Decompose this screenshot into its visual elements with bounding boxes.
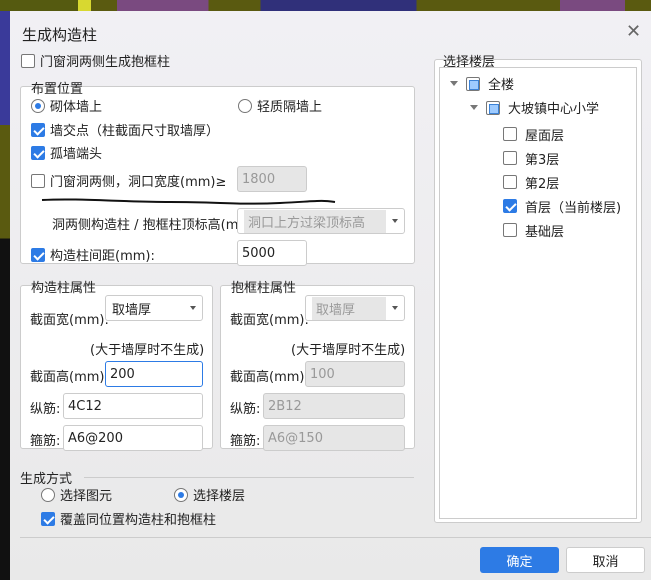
top-elevation-select[interactable]: 洞口上方过梁顶标高	[237, 208, 405, 234]
tree-node-building-label: 大坡镇中心小学	[508, 102, 600, 117]
opening-frame-label: 门窗洞两侧生成抱框柱	[40, 55, 171, 70]
radio-masonry[interactable]: 砌体墙上	[31, 96, 102, 115]
frame-long-label: 纵筋:	[230, 402, 261, 417]
frame-stirrup-label: 箍筋:	[230, 434, 261, 449]
column-height-label: 截面高(mm):	[30, 370, 109, 385]
floor-label: 屋面层	[525, 128, 565, 144]
column-height-input[interactable]: 200	[105, 361, 203, 387]
column-long-input[interactable]: 4C12	[63, 393, 203, 419]
overwrite-label: 覆盖同位置构造柱和抱框柱	[60, 513, 217, 528]
divider	[84, 477, 414, 478]
tree-node-all[interactable]: 全楼	[450, 74, 514, 93]
frame-long-input[interactable]: 2B12	[263, 393, 405, 419]
checkbox[interactable]	[21, 53, 35, 68]
radio-select-elements-label: 选择图元	[60, 489, 113, 504]
generate-column-dialog: 生成构造柱 ✕ 门窗洞两侧生成抱框柱 布置位置 砌体墙上 轻质隔墙上 墙交点（柱…	[10, 11, 651, 580]
radio-select-elements[interactable]: 选择图元	[41, 485, 112, 504]
floor-label: 第2层	[525, 176, 560, 192]
checkbox[interactable]	[486, 100, 500, 115]
spacing-label: 构造柱间距(mm):	[50, 249, 155, 264]
checkbox[interactable]	[503, 199, 517, 213]
cancel-button[interactable]: 取消	[566, 547, 645, 573]
frame-height-input[interactable]: 100	[305, 361, 405, 387]
floor-label: 基础层	[525, 224, 565, 240]
isolated-wall-end-label: 孤墙端头	[50, 147, 103, 162]
radio-light-wall-label: 轻质隔墙上	[257, 100, 323, 115]
divider	[20, 537, 651, 538]
background-canvas-left	[0, 11, 10, 580]
tree-node-all-label: 全楼	[488, 78, 515, 93]
frame-props-label: 抱框柱属性	[231, 281, 297, 296]
top-elevation-value: 洞口上方过梁顶标高	[244, 209, 386, 233]
checkbox[interactable]	[503, 175, 517, 189]
checkbox[interactable]	[503, 151, 517, 165]
tree-node-building[interactable]: 大坡镇中心小学	[470, 98, 599, 117]
column-long-label: 纵筋:	[30, 402, 61, 417]
top-elevation-label: 洞两侧构造柱 / 抱框柱顶标高(m):	[52, 218, 248, 233]
spacing-input[interactable]: 5000	[237, 240, 307, 266]
chevron-down-icon	[392, 219, 398, 223]
column-width-select[interactable]: 取墙厚	[105, 295, 203, 321]
background-canvas-top	[0, 0, 651, 11]
frame-width-select[interactable]: 取墙厚	[305, 295, 405, 321]
hand-drawn-underline	[41, 198, 336, 205]
tree-node-floor[interactable]: 第3层	[503, 146, 621, 170]
floor-list: 屋面层第3层第2层首层（当前楼层) 基础层	[503, 122, 621, 242]
dialog-title: 生成构造柱	[22, 26, 98, 44]
checkbox[interactable]	[466, 76, 480, 91]
opening-width-input[interactable]: 1800	[237, 166, 307, 192]
column-note: (大于墙厚时不生成)	[90, 343, 205, 358]
close-icon[interactable]: ✕	[626, 21, 641, 42]
checkbox[interactable]	[503, 127, 517, 141]
opening-sides-checkbox[interactable]: 门窗洞两侧，洞口宽度(mm)≥	[31, 171, 226, 190]
chevron-down-icon	[392, 306, 398, 310]
column-stirrup-label: 箍筋:	[30, 434, 61, 449]
radio-select-floors[interactable]: 选择楼层	[174, 485, 245, 504]
column-width-value: 取墙厚	[112, 302, 152, 318]
floor-label: 第3层	[525, 152, 560, 168]
column-stirrup-input[interactable]: A6@200	[63, 425, 203, 451]
frame-width-label: 截面宽(mm):	[230, 313, 309, 328]
radio-select-floors-label: 选择楼层	[193, 489, 246, 504]
placement-group-label: 布置位置	[31, 82, 84, 97]
expand-icon[interactable]	[450, 81, 458, 86]
chevron-down-icon	[190, 306, 196, 310]
ok-button[interactable]: 确定	[480, 547, 559, 573]
wall-intersection-checkbox[interactable]: 墙交点（柱截面尺寸取墙厚）	[31, 120, 219, 139]
tree-node-floor[interactable]: 基础层	[503, 218, 621, 242]
opening-frame-checkbox[interactable]: 门窗洞两侧生成抱框柱	[21, 51, 170, 70]
frame-note: (大于墙厚时不生成)	[291, 343, 406, 358]
expand-icon[interactable]	[470, 105, 478, 110]
checkbox[interactable]	[503, 223, 517, 237]
column-width-label: 截面宽(mm):	[30, 313, 109, 328]
tree-node-floor[interactable]: 第2层	[503, 170, 621, 194]
column-props-label: 构造柱属性	[31, 281, 97, 296]
tree-node-floor[interactable]: 屋面层	[503, 122, 621, 146]
overwrite-checkbox[interactable]: 覆盖同位置构造柱和抱框柱	[41, 509, 216, 528]
frame-width-value: 取墙厚	[312, 296, 386, 320]
frame-height-label: 截面高(mm):	[230, 370, 309, 385]
floor-label: 首层（当前楼层)	[525, 200, 622, 216]
wall-intersection-label: 墙交点（柱截面尺寸取墙厚）	[50, 124, 220, 139]
frame-stirrup-input[interactable]: A6@150	[263, 425, 405, 451]
radio-masonry-label: 砌体墙上	[50, 100, 103, 115]
opening-sides-label: 门窗洞两侧，洞口宽度(mm)≥	[50, 175, 227, 190]
tree-node-floor[interactable]: 首层（当前楼层)	[503, 194, 621, 218]
isolated-wall-end-checkbox[interactable]: 孤墙端头	[31, 143, 102, 162]
spacing-checkbox[interactable]: 构造柱间距(mm):	[31, 245, 155, 264]
radio-light-wall[interactable]: 轻质隔墙上	[238, 96, 322, 115]
